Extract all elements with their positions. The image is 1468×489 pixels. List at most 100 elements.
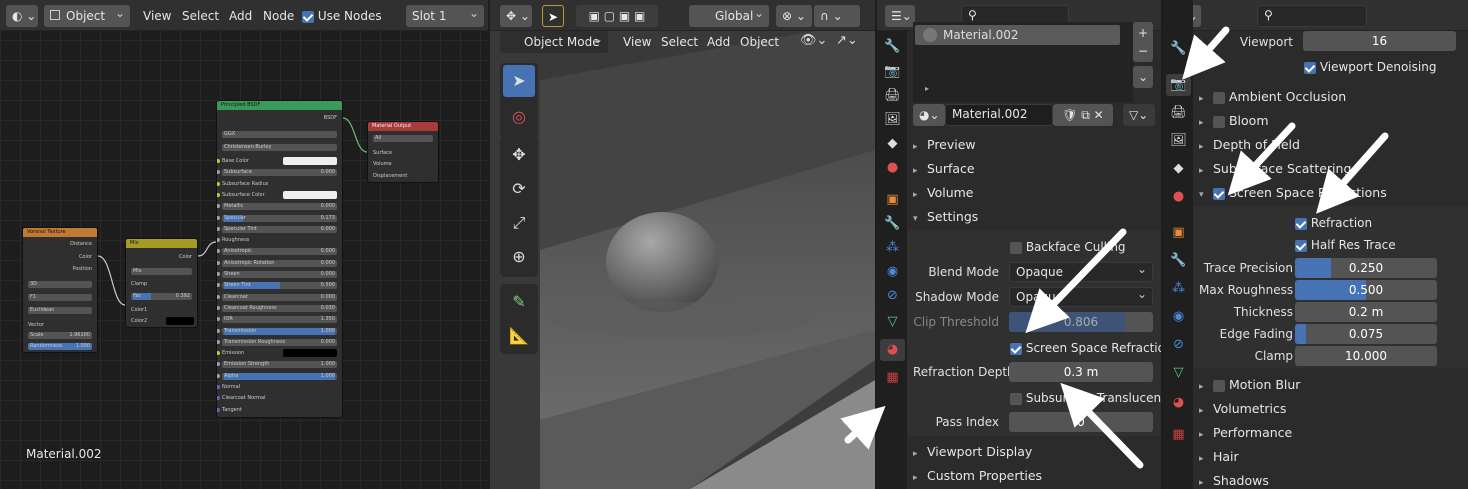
section-performance[interactable]: ▸ Performance <box>1199 422 1292 444</box>
editor-type-button[interactable]: ✥ ⌄ <box>500 5 532 27</box>
object-tab-icon[interactable]: ▣ <box>1166 222 1191 244</box>
section-shadows[interactable]: ▸ Shadows <box>1199 470 1269 489</box>
material-properties-editor[interactable]: ☰⌄ ⚲ 🔧 📷 🖨 🖼 ◆ ● ▣ 🔧 ⁂ ◉ ⊘ ▽ ◕ ▦ Materia… <box>877 0 1161 489</box>
pivot-point-icon[interactable]: ⊗ ⌄ <box>776 5 812 27</box>
data-tab-icon[interactable]: ▽ <box>1166 362 1191 384</box>
section-subsurface-scattering[interactable]: ▸ Subsurface Scattering <box>1199 158 1351 180</box>
ssr-setting-label: Max Roughness <box>1199 283 1294 297</box>
section-surface[interactable]: ▸ Surface <box>913 158 975 180</box>
ssr-setting-field[interactable]: 0.500 <box>1295 280 1437 300</box>
constraints-tab-icon[interactable]: ⊘ <box>880 285 905 307</box>
section-motion-blur[interactable]: ▸ Motion Blur <box>1199 374 1300 396</box>
ssr-setting-field[interactable]: 0.250 <box>1295 258 1437 278</box>
editor-type-button[interactable]: ☰⌄ <box>885 5 915 27</box>
measure-icon[interactable]: 📐 <box>503 320 535 352</box>
material-name-field[interactable]: Material.002 <box>945 104 1053 126</box>
tool-tab-icon[interactable]: 🔧 <box>880 36 905 58</box>
datablock-buttons[interactable]: 🛡 ⧉ ✕ <box>1053 104 1113 126</box>
section-ambient-occlusion[interactable]: ▸ Ambient Occlusion <box>1199 86 1346 108</box>
transform-orientation-dropdown[interactable]: Global <box>689 5 769 27</box>
cursor-icon[interactable]: ◎ <box>503 101 535 133</box>
ssr-setting-field[interactable]: 0.075 <box>1295 324 1437 344</box>
tool-tab-icon[interactable]: 🔧 <box>1166 38 1191 60</box>
rotate-icon[interactable]: ⟳ <box>503 173 535 205</box>
world-tab-icon[interactable]: ● <box>1166 186 1191 208</box>
shadow-mode-dropdown[interactable]: Opaque <box>1009 285 1153 307</box>
texture-tab-icon[interactable]: ▦ <box>1166 424 1191 446</box>
view-layer-tab-icon[interactable]: 🖼 <box>1166 130 1191 152</box>
render-tab-icon[interactable]: 📷 <box>880 61 905 83</box>
snap-icon[interactable]: ∩ ⌄ <box>814 5 860 27</box>
section-volumetrics[interactable]: ▸ Volumetrics <box>1199 398 1286 420</box>
browse-material-button[interactable]: ◕⌄ <box>913 104 945 126</box>
data-tab-icon[interactable]: ▽ <box>880 311 905 333</box>
viewport-samples-field[interactable]: 16 <box>1303 31 1456 51</box>
section-bloom[interactable]: ▸ Bloom <box>1199 110 1269 132</box>
properties-tabs: 🔧 📷 🖨 🖼 ◆ ● ▣ 🔧 ⁂ ◉ ⊘ ▽ ◕ ▦ <box>877 31 907 489</box>
gizmo-icon[interactable]: ↗⌄ <box>836 33 858 48</box>
select-tool-icon[interactable]: ➤ <box>542 5 564 27</box>
texture-tab-icon[interactable]: ▦ <box>880 367 905 389</box>
clip-threshold-field[interactable]: 0.806 <box>1009 312 1153 332</box>
physics-tab-icon[interactable]: ◉ <box>1166 306 1191 328</box>
menu-object[interactable]: Object <box>740 31 779 53</box>
render-tab-icon[interactable]: 📷 <box>1166 74 1191 96</box>
menu-view[interactable]: View <box>623 31 651 53</box>
ssr-setting-label: Clamp <box>1254 349 1293 363</box>
screen-space-refraction-checkbox[interactable]: Screen Space Refraction <box>1010 340 1161 356</box>
blend-mode-dropdown[interactable]: Opaque <box>1009 260 1153 282</box>
world-tab-icon[interactable]: ● <box>880 157 905 179</box>
backface-culling-checkbox[interactable]: Backface Culling <box>1010 239 1126 255</box>
view-layer-tab-icon[interactable]: 🖼 <box>880 109 905 131</box>
modifier-tab-icon[interactable]: 🔧 <box>880 213 905 235</box>
material-slot-list[interactable]: Material.002 ▸ <box>913 22 1133 102</box>
scene-tab-icon[interactable]: ◆ <box>880 133 905 155</box>
remove-slot-button[interactable]: − <box>1133 40 1153 62</box>
scale-icon[interactable]: ⤢ <box>503 207 535 239</box>
section-screen-space-reflections[interactable]: ▾ Screen Space Reflections <box>1199 182 1387 204</box>
section-viewport-display[interactable]: ▸ Viewport Display <box>913 441 1032 463</box>
physics-tab-icon[interactable]: ◉ <box>880 261 905 283</box>
constraints-tab-icon[interactable]: ⊘ <box>1166 334 1191 356</box>
node-link-icon[interactable]: ▽⌄ <box>1123 104 1155 126</box>
refraction-checkbox[interactable]: Refraction <box>1295 215 1372 231</box>
material-slot-item[interactable]: Material.002 <box>915 25 1120 45</box>
subsurface-translucency-checkbox[interactable]: Subsurface Translucency <box>1010 390 1161 406</box>
view-icon[interactable]: 👁⌄ <box>800 33 827 48</box>
material-tab-icon[interactable]: ◕ <box>880 339 905 361</box>
material-tab-icon[interactable]: ◕ <box>1166 392 1191 414</box>
transform-icon[interactable]: ⊕ <box>503 241 535 273</box>
select-mode-buttons[interactable]: ▣ ▢ ▣ ▣ <box>576 5 658 27</box>
ssr-setting-field[interactable]: 0.2 m <box>1295 302 1437 322</box>
output-tab-icon[interactable]: 🖨 <box>880 85 905 107</box>
object-mode-dropdown[interactable]: Object Mode <box>500 31 608 53</box>
menu-add[interactable]: Add <box>707 31 730 53</box>
viewport-denoising-checkbox[interactable]: Viewport Denoising <box>1304 59 1436 75</box>
annotate-icon[interactable]: ✎ <box>503 286 535 318</box>
refraction-depth-field[interactable]: 0.3 m <box>1009 362 1153 382</box>
half-res-trace-checkbox[interactable]: Half Res Trace <box>1295 237 1396 253</box>
section-depth-of-field[interactable]: ▸ Depth of Field <box>1199 134 1300 156</box>
section-settings[interactable]: ▾ Settings <box>913 206 978 228</box>
select-box-icon[interactable]: ➤ <box>503 65 535 97</box>
section-hair[interactable]: ▸ Hair <box>1199 446 1239 468</box>
pass-index-field[interactable]: 0 <box>1009 412 1153 432</box>
output-tab-icon[interactable]: 🖨 <box>1166 102 1191 124</box>
expand-list-icon[interactable]: ▸ <box>925 84 929 93</box>
section-custom-properties[interactable]: ▸ Custom Properties <box>913 465 1042 487</box>
section-volume[interactable]: ▸ Volume <box>913 182 974 204</box>
slot-specials-button[interactable]: ⌄ <box>1133 66 1153 88</box>
shader-node-editor[interactable]: ◐ ⌄ Object View Select Add Node Use Node… <box>0 0 488 489</box>
ssr-setting-field[interactable]: 10.000 <box>1295 346 1437 366</box>
particles-tab-icon[interactable]: ⁂ <box>1166 278 1191 300</box>
particles-tab-icon[interactable]: ⁂ <box>880 237 905 259</box>
section-preview[interactable]: ▸ Preview <box>913 134 976 156</box>
render-properties-editor[interactable]: ☰⌄ ⚲ 🔧 📷 🖨 🖼 ◆ ● ▣ 🔧 ⁂ ◉ ⊘ ▽ ◕ ▦ Viewpor… <box>1163 0 1468 489</box>
search-input[interactable]: ⚲ <box>1257 5 1367 27</box>
3d-viewport[interactable]: ✥ ⌄ ➤ ▣ ▢ ▣ ▣ Global ⊗ ⌄ ∩ ⌄ Object Mode… <box>490 0 875 489</box>
modifier-tab-icon[interactable]: 🔧 <box>1166 250 1191 272</box>
object-tab-icon[interactable]: ▣ <box>880 189 905 211</box>
menu-select[interactable]: Select <box>661 31 698 53</box>
scene-tab-icon[interactable]: ◆ <box>1166 158 1191 180</box>
move-icon[interactable]: ✥ <box>503 139 535 171</box>
